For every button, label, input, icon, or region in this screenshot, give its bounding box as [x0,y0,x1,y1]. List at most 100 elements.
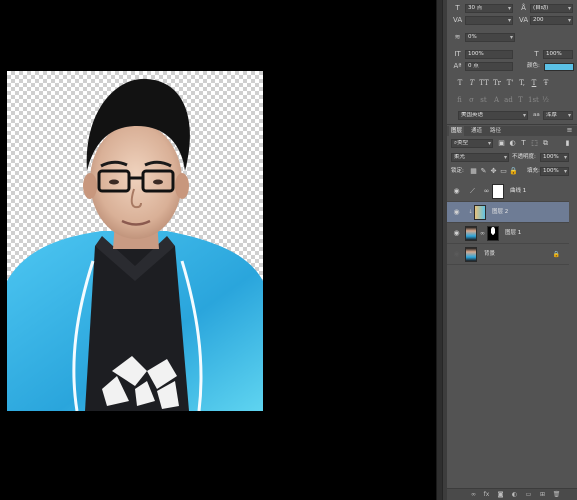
faux-italic-button[interactable]: T [467,78,477,88]
scale-row-2: IT 100% T 100% [447,50,577,62]
layer-row-background[interactable]: ◉ 背景 🔒 [447,244,569,265]
layers-bottom-bar: ∞ fx ◙ ◐ ▭ ⊞ 🗑 [447,488,577,500]
trash-icon[interactable]: 🗑 [552,490,561,499]
tracking-icon: VA [519,16,529,24]
layer-thumbnail[interactable] [465,226,477,241]
tracking-row: VA VA 200 [447,16,577,28]
panel-menu-icon[interactable]: ≡ [565,126,574,135]
filter-kind: 类型 [457,140,469,146]
layer-thumbnail[interactable] [474,205,486,220]
tracking-field[interactable]: 200 [530,16,573,25]
lock-icon: 🔒 [552,251,561,258]
kerning-field[interactable] [465,16,513,25]
ordinals-button[interactable]: 1st [528,95,539,105]
filter-pixel-icon[interactable]: ▣ [497,139,506,148]
visibility-eye-icon[interactable]: ◉ [452,208,461,217]
opacity-field[interactable]: 100% [540,153,569,162]
baseline-shift-field[interactable]: 0 点 [465,62,513,71]
vertical-scale-icon: IT [454,50,461,58]
layer-row-layer2[interactable]: ◉ ↓ 图层 2 [447,202,569,223]
font-size-icon: T [455,4,460,12]
swash-button[interactable]: A [492,95,501,105]
lock-all-icon[interactable]: 🔒 [509,167,518,176]
adjustment-icon[interactable]: ◐ [510,490,519,499]
tsume-icon: ≋ [454,33,461,41]
color-label: 颜色: [527,63,540,69]
chain-link-icon: ∞ [480,230,485,237]
layer-filter-row: ⌕类型 ▣ ◐ T ⬚ ⧉ ▮ [447,139,577,151]
filter-shape-icon[interactable]: ⬚ [530,139,539,148]
fill-field[interactable]: 100% [540,167,569,176]
layer-row-curves[interactable]: ◉ ⟋ ∞ 曲线 1 [447,181,569,202]
antialias-icon: aa [533,112,540,118]
blend-row: 柔光 不透明度: 100% [447,153,577,165]
font-size-field[interactable]: 30 点 [465,4,513,13]
lock-artboard-icon[interactable]: ▭ [499,167,508,176]
document-canvas[interactable] [7,71,263,411]
layer-thumbnail[interactable] [465,247,477,262]
horizontal-scale-field[interactable]: 100% [543,50,573,59]
fractions-button[interactable]: ½ [541,95,550,105]
new-layer-icon[interactable]: ⊞ [538,490,547,499]
fx-icon[interactable]: fx [482,490,491,499]
language-select[interactable]: 美国英语 [458,111,528,120]
lock-position-icon[interactable]: ✥ [489,167,498,176]
faux-bold-button[interactable]: T [455,78,465,88]
visibility-eye-icon[interactable]: ◉ [452,187,461,196]
tab-layers[interactable]: 图层 [449,126,465,136]
canvas-area[interactable] [0,0,436,500]
titling-alt-button[interactable]: T [516,95,525,105]
layer-name[interactable]: 图层 2 [492,208,508,217]
contextual-alt-button[interactable]: σ [467,95,476,105]
panel-divider [447,124,577,125]
ligatures-button[interactable]: fi [455,95,464,105]
portrait-image [7,78,263,411]
vertical-scale-field[interactable]: 100% [465,50,513,59]
superscript-button[interactable]: T' [505,78,515,88]
layer-mask-thumbnail[interactable] [492,184,504,199]
tab-paths[interactable]: 路径 [488,126,503,136]
blend-mode-select[interactable]: 柔光 [451,153,509,162]
filter-adjustment-icon[interactable]: ◐ [508,139,517,148]
filter-smart-object-icon[interactable]: ⧉ [541,139,550,148]
mask-icon[interactable]: ◙ [496,490,505,499]
visibility-eye-icon[interactable]: ◉ [452,229,461,238]
link-icon[interactable]: ∞ [469,490,478,499]
kerning-icon: VA [453,16,463,24]
curves-adjustment-icon: ⟋ [470,187,475,195]
visibility-eye-icon[interactable]: ◉ [452,250,461,259]
layer-mask-thumbnail[interactable] [487,226,499,241]
small-caps-button[interactable]: Tr [492,78,502,88]
leading-field[interactable]: (自动) [530,4,573,13]
discretionary-ligatures-button[interactable]: st [479,95,488,105]
tab-channels[interactable]: 通道 [469,126,484,136]
layer-filter-select[interactable]: ⌕类型 [451,139,493,148]
layers-tab-bar: 图层 通道 路径 ≡ [447,126,577,136]
layer-name[interactable]: 曲线 1 [510,187,526,196]
filter-toggle-icon[interactable]: ▮ [563,139,572,148]
font-size-row: T 30 点 Å (自动) [447,4,577,16]
all-caps-button[interactable]: TT [479,78,489,88]
layer-list: ◉ ⟋ ∞ 曲线 1 ◉ ↓ 图层 2 ◉ ∞ 图层 1 ◉ 背景 🔒 [447,181,577,491]
lock-label: 锁定: [451,168,464,174]
filter-type-icon[interactable]: T [519,139,528,148]
baseline-row: Aª 0 点 颜色: [447,62,577,74]
underline-button[interactable]: T [529,78,539,88]
layer-name[interactable]: 背景 [484,250,495,259]
lock-transparent-icon[interactable]: ▦ [469,167,478,176]
strikethrough-button[interactable]: Ŧ [541,78,551,88]
folder-icon[interactable]: ▭ [524,490,533,499]
leading-icon: Å [521,4,526,12]
language-row: 美国英语 aa 浑厚 [447,111,577,123]
lock-image-icon[interactable]: ✎ [479,167,488,176]
lock-row: 锁定: ▦ ✎ ✥ ▭ 🔒 填充: 100% [447,167,577,179]
subscript-button[interactable]: T, [517,78,527,88]
panels-dock: T 30 点 Å (自动) VA VA 200 ≋ 0% IT 100% T 1… [447,0,577,500]
layer-name[interactable]: 图层 1 [505,229,521,238]
text-color-swatch[interactable] [544,63,574,71]
antialias-select[interactable]: 浑厚 [543,111,573,120]
type-style-buttons: T T TT Tr T' T, T Ŧ [447,78,577,90]
layer-row-layer1[interactable]: ◉ ∞ 图层 1 [447,223,569,244]
stylistic-alt-button[interactable]: ad [504,95,513,105]
tsume-field[interactable]: 0% [465,33,515,42]
